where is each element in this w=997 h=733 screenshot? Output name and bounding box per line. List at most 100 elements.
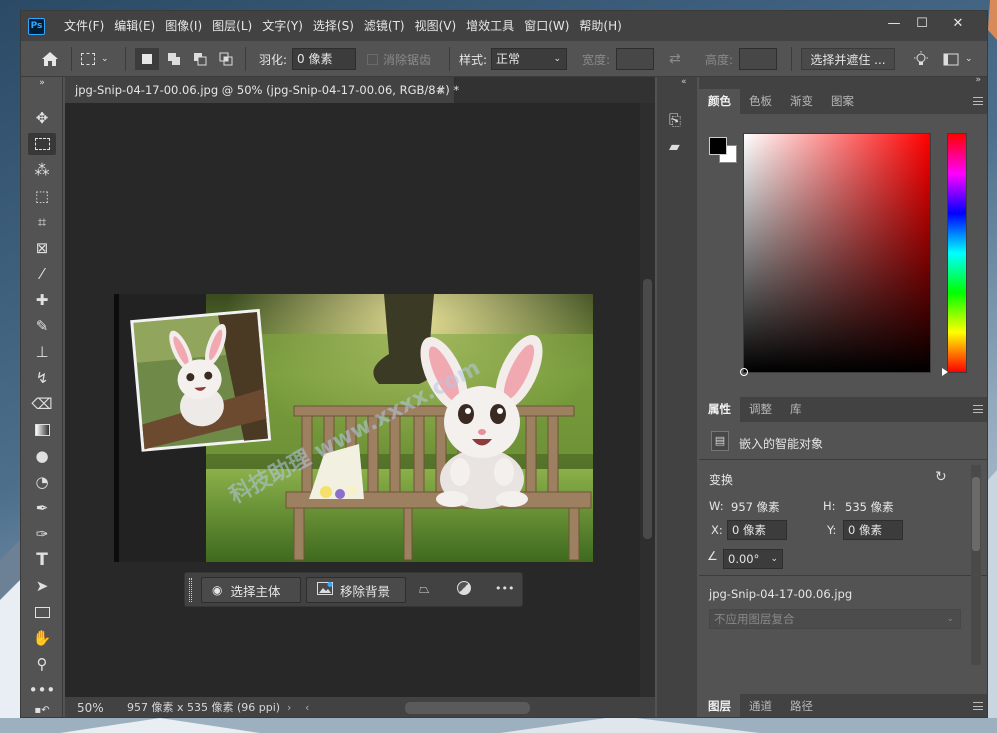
tab-layers[interactable]: 图层 [699, 694, 740, 717]
scroll-left-icon[interactable]: ‹ [305, 697, 309, 717]
menu-image[interactable]: 图像(I) [160, 11, 207, 41]
menu-window[interactable]: 窗口(W) [519, 11, 574, 41]
vertical-scroll-thumb[interactable] [643, 279, 652, 539]
eraser-tool-icon[interactable]: ⌫ [28, 393, 56, 415]
healing-brush-tool-icon[interactable]: ✚ [28, 289, 56, 311]
home-icon[interactable] [39, 48, 61, 70]
menu-help[interactable]: 帮助(H) [574, 11, 626, 41]
menu-file[interactable]: 文件(F) [59, 11, 109, 41]
drag-handle[interactable] [189, 578, 192, 602]
rect-marquee-tool-icon[interactable] [28, 133, 56, 155]
tab-properties[interactable]: 属性 [699, 397, 740, 422]
menu-bar: Ps 文件(F) 编辑(E) 图像(I) 图层(L) 文字(Y) 选择(S) 滤… [21, 11, 987, 41]
dodge-tool-icon[interactable]: ◔ [28, 471, 56, 493]
select-and-mask-button[interactable]: 选择并遮住 ... [801, 48, 895, 70]
linked-filename: jpg-Snip-04-17-00.06.jpg [709, 587, 853, 601]
canvas[interactable]: 科技助理 www.xxxx.com ◉ 选择主体 移除背景 ⏢ ••• [65, 103, 640, 697]
zoom-tool-icon[interactable]: ⚲ [28, 653, 56, 675]
object-selection-tool-icon[interactable]: ⁂ [28, 159, 56, 181]
comments-panel-icon[interactable]: ▰ [669, 139, 680, 155]
menu-edit[interactable]: 编辑(E) [109, 11, 160, 41]
intersect-selection-button[interactable] [215, 48, 237, 70]
pen-tool-icon[interactable]: ✒ [28, 497, 56, 519]
panel-menu-icon[interactable] [973, 702, 983, 710]
layer-comp-select[interactable]: 不应用图层复合 ⌄ [709, 609, 961, 629]
add-selection-button[interactable] [163, 48, 185, 70]
feather-input[interactable]: 0 像素 [292, 48, 356, 70]
tab-patterns[interactable]: 图案 [822, 89, 863, 114]
new-selection-button[interactable] [135, 48, 159, 70]
tab-channels[interactable]: 通道 [740, 694, 781, 717]
horizontal-scroll-thumb[interactable] [405, 702, 530, 714]
tab-libraries[interactable]: 库 [781, 397, 811, 422]
image-canvas[interactable]: 科技助理 www.xxxx.com [114, 294, 593, 562]
transform-icon[interactable]: ⏢ [419, 582, 429, 597]
pen-freeform-tool-icon[interactable]: ✑ [28, 523, 56, 545]
maximize-button[interactable]: ☐ [905, 11, 939, 35]
w-label: W: [709, 499, 724, 513]
hue-slider[interactable] [942, 133, 967, 376]
workspace-icon[interactable]: ⌄ [943, 48, 973, 70]
status-chevron-icon[interactable]: › [287, 697, 291, 717]
antialias-checkbox[interactable]: 消除锯齿 [367, 48, 431, 70]
menu-filter[interactable]: 滤镜(T) [359, 11, 410, 41]
x-position-input[interactable]: 0 像素 [727, 520, 787, 540]
close-button[interactable]: ✕ [941, 11, 975, 35]
menu-select[interactable]: 选择(S) [308, 11, 359, 41]
tab-color[interactable]: 颜色 [699, 89, 740, 114]
gradient-tool-icon[interactable] [28, 419, 56, 441]
panel-menu-icon[interactable] [973, 405, 983, 413]
angle-input[interactable]: 0.00° ⌄ [723, 549, 783, 569]
collapse-arrows-icon[interactable]: » [28, 77, 56, 89]
path-select-tool-icon[interactable]: ➤ [28, 575, 56, 597]
tab-swatches[interactable]: 色板 [740, 89, 781, 114]
quick-select-tool-icon[interactable]: ⬚ [28, 185, 56, 207]
menu-layer[interactable]: 图层(L) [207, 11, 257, 41]
blur-tool-icon[interactable]: ● [28, 445, 56, 467]
marquee-preset-picker[interactable]: ⌄ [81, 48, 117, 70]
foreground-color-swatch[interactable] [709, 137, 727, 155]
tab-adjustments[interactable]: 调整 [740, 397, 781, 422]
frame-tool-icon[interactable]: ⊠ [28, 237, 56, 259]
collapse-arrows-icon[interactable]: » [975, 75, 981, 85]
vertical-scrollbar[interactable] [640, 103, 655, 697]
history-panel-icon[interactable]: ⎘ [669, 111, 681, 129]
eyedropper-tool-icon[interactable]: ⁄ [28, 263, 56, 285]
rectangle-tool-icon[interactable] [28, 601, 56, 623]
brush-tool-icon[interactable]: ✎ [28, 315, 56, 337]
crop-tool-icon[interactable]: ⌗ [28, 211, 56, 233]
type-tool-icon[interactable]: T [28, 549, 56, 571]
properties-scroll-thumb[interactable] [972, 477, 980, 551]
close-tab-icon[interactable]: × [436, 77, 446, 103]
collapse-arrows-icon[interactable]: « [681, 77, 687, 87]
bulb-icon[interactable] [913, 48, 929, 70]
layer-type-label: 嵌入的智能对象 [739, 437, 824, 451]
more-options-icon[interactable]: ••• [495, 582, 514, 595]
more-tools-icon[interactable]: ••• [28, 679, 56, 701]
swap-icon[interactable]: ⇄ [669, 48, 681, 70]
zoom-level[interactable]: 50% [77, 697, 104, 717]
height-input[interactable] [739, 48, 777, 70]
menu-type[interactable]: 文字(Y) [257, 11, 308, 41]
history-brush-tool-icon[interactable]: ↯ [28, 367, 56, 389]
subtract-selection-button[interactable] [189, 48, 211, 70]
document-tab[interactable]: jpg-Snip-04-17-00.06.jpg @ 50% (jpg-Snip… [65, 77, 459, 103]
default-colors-icon[interactable]: ▪↶ [28, 703, 56, 717]
adjustment-icon[interactable] [457, 581, 471, 595]
menu-view[interactable]: 视图(V) [410, 11, 462, 41]
select-subject-button[interactable]: ◉ 选择主体 [201, 577, 301, 603]
remove-background-button[interactable]: 移除背景 [306, 577, 406, 603]
width-input[interactable] [616, 48, 654, 70]
reset-transform-icon[interactable]: ↻ [935, 469, 947, 485]
tab-paths[interactable]: 路径 [781, 694, 822, 717]
color-field[interactable] [740, 133, 931, 376]
properties-scrollbar[interactable] [971, 465, 981, 665]
tab-gradients[interactable]: 渐变 [781, 89, 822, 114]
y-position-input[interactable]: 0 像素 [843, 520, 903, 540]
stamp-tool-icon[interactable]: ⊥ [28, 341, 56, 363]
style-select[interactable]: 正常 ⌄ [491, 48, 567, 70]
hand-tool-icon[interactable]: ✋ [28, 627, 56, 649]
menu-plugins[interactable]: 增效工具 [461, 11, 519, 41]
panel-menu-icon[interactable] [973, 97, 983, 105]
move-tool-icon[interactable]: ✥ [28, 107, 56, 129]
